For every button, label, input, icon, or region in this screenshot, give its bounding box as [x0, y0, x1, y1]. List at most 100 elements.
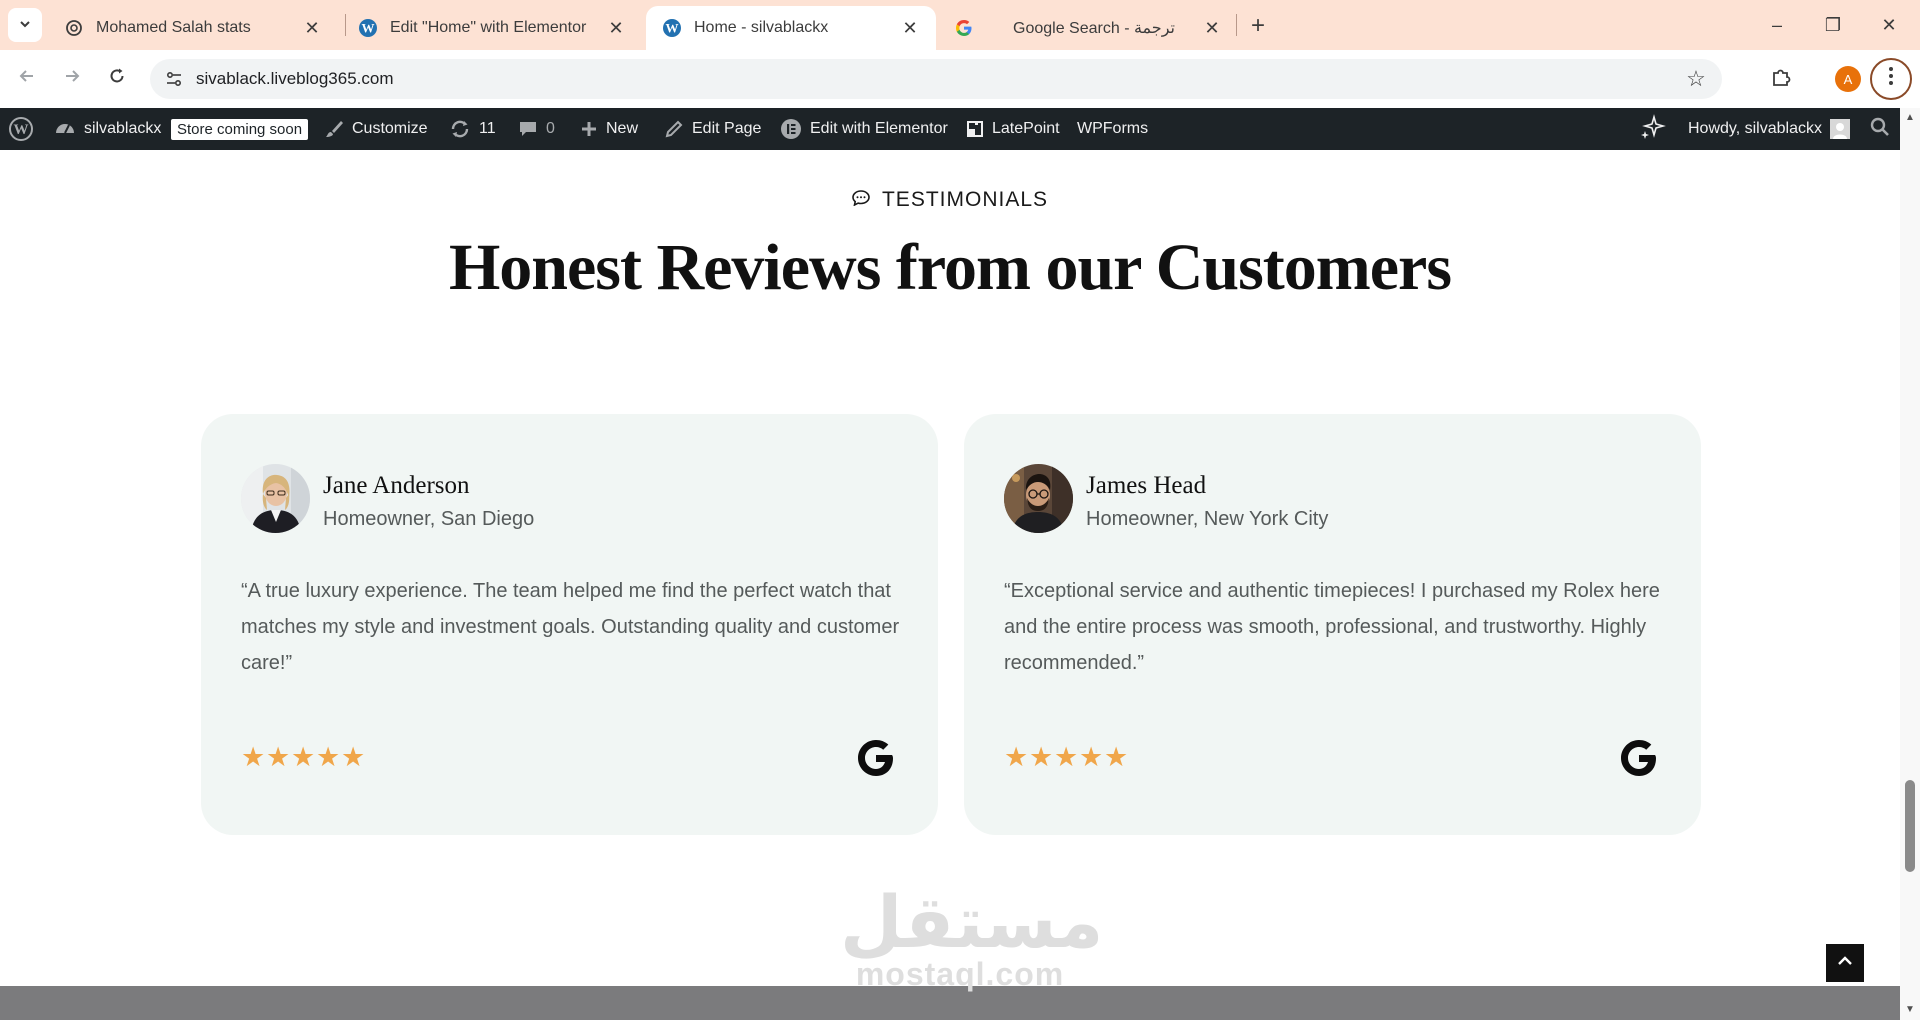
- star-icon: ★: [1004, 742, 1029, 772]
- user-avatar-icon: [1829, 119, 1850, 139]
- star-icon: ★: [1079, 742, 1104, 772]
- search-icon: [1870, 117, 1890, 142]
- reload-button[interactable]: [100, 62, 134, 96]
- back-button[interactable]: [10, 62, 44, 96]
- watermark-arabic: مستقل: [840, 880, 1104, 964]
- ai-assistant-button[interactable]: [1640, 108, 1666, 150]
- edit-page-label: Edit Page: [692, 120, 762, 137]
- wpforms-label: WPForms: [1077, 120, 1149, 137]
- scroll-down-arrow[interactable]: ▼: [1904, 1004, 1916, 1016]
- scroll-to-top-button[interactable]: [1826, 944, 1864, 982]
- wordpress-icon: W: [662, 18, 682, 38]
- tab-title: Edit "Home" with Elementor: [390, 19, 587, 36]
- star-icon: ★: [316, 742, 341, 772]
- wp-admin-bar: W silvablackx Store coming soon Customiz…: [0, 108, 1920, 150]
- review-text: “Exceptional service and authentic timep…: [1004, 580, 1660, 674]
- chatgpt-icon: [64, 18, 84, 38]
- avatar: [241, 464, 310, 533]
- star-icon: ★: [1104, 742, 1129, 772]
- close-icon[interactable]: ✕: [1202, 18, 1222, 38]
- reviewer-role: Homeowner, New York City: [1086, 508, 1329, 530]
- tab-edit-home-elementor[interactable]: W Edit "Home" with Elementor ✕: [342, 6, 642, 50]
- restore-button[interactable]: ❐: [1816, 10, 1850, 40]
- forward-button[interactable]: [55, 62, 89, 96]
- store-coming-soon-badge[interactable]: Store coming soon: [171, 108, 309, 150]
- elementor-icon: [780, 118, 802, 140]
- wpforms-link[interactable]: WPForms: [1077, 108, 1148, 150]
- page-content: TESTIMONIALS Honest Reviews from our Cus…: [0, 150, 1900, 1020]
- testimonial-card: James Head Homeowner, New York City “Exc…: [964, 414, 1701, 835]
- section-eyebrow: TESTIMONIALS: [0, 188, 1900, 212]
- page-scrollbar[interactable]: ▲ ▼: [1900, 108, 1920, 1020]
- wp-logo-menu[interactable]: W: [8, 108, 42, 150]
- bookmark-star-icon[interactable]: ☆: [1682, 65, 1710, 93]
- close-icon[interactable]: ✕: [900, 18, 920, 38]
- new-tab-button[interactable]: +: [1244, 12, 1272, 40]
- section-heading: Honest Reviews from our Customers: [448, 231, 1452, 304]
- customize-label: Customize: [352, 120, 428, 137]
- reviewer-name: Jane Anderson: [323, 472, 470, 499]
- eyebrow-label: TESTIMONIALS: [881, 188, 1049, 211]
- pencil-icon: [664, 119, 684, 139]
- site-name: silvablackx: [84, 120, 162, 137]
- arrow-right-icon: [62, 66, 82, 92]
- avatar: [1004, 464, 1073, 533]
- watermark-latin: mostaql.com: [855, 956, 1065, 992]
- sparkle-icon: [1640, 113, 1666, 145]
- profile-avatar[interactable]: A: [1835, 66, 1861, 92]
- edit-with-elementor-link[interactable]: Edit with Elementor: [780, 108, 948, 150]
- close-icon[interactable]: ✕: [302, 18, 322, 38]
- puzzle-icon: [1770, 66, 1792, 93]
- tab-separator: [1236, 14, 1237, 36]
- scroll-up-arrow[interactable]: ▲: [1904, 112, 1916, 124]
- tab-mohamed-salah-stats[interactable]: Mohamed Salah stats ✕: [48, 6, 338, 50]
- new-content-menu[interactable]: New: [580, 108, 638, 150]
- star-icon: ★: [1054, 742, 1079, 772]
- svg-text:W: W: [362, 21, 375, 36]
- chevron-up-icon: [1835, 951, 1855, 976]
- updates-link[interactable]: 11: [449, 108, 496, 150]
- wordpress-icon: W: [8, 116, 34, 142]
- star-rating: ★ ★ ★ ★ ★: [1004, 742, 1129, 772]
- tab-search-button[interactable]: [8, 8, 42, 42]
- url-text: sivablack.liveblog365.com: [196, 69, 394, 88]
- close-icon[interactable]: ✕: [606, 18, 626, 38]
- watermark: مستقل mostaql.com: [840, 880, 1104, 992]
- edit-page-link[interactable]: Edit Page: [664, 108, 761, 150]
- address-bar[interactable]: sivablack.liveblog365.com ☆: [150, 59, 1722, 99]
- paintbrush-icon: [324, 119, 344, 139]
- tab-home-silvablackx[interactable]: W Home - silvablackx ✕: [646, 6, 936, 50]
- reviewer-name: James Head: [1086, 472, 1207, 499]
- svg-text:W: W: [14, 122, 29, 138]
- svg-text:W: W: [666, 21, 679, 36]
- refresh-icon: [449, 118, 471, 140]
- updates-count: 11: [479, 120, 496, 137]
- latepoint-label: LatePoint: [992, 120, 1060, 137]
- howdy-label: Howdy, silvablackx: [1688, 120, 1822, 137]
- tab-google-search[interactable]: Google Search - ترجمة ✕: [938, 6, 1238, 50]
- customize-link[interactable]: Customize: [324, 108, 428, 150]
- site-info-icon[interactable]: [160, 65, 188, 93]
- reload-icon: [107, 66, 127, 92]
- review-text: “A true luxury experience. The team help…: [241, 580, 900, 674]
- store-badge-label: Store coming soon: [171, 118, 309, 140]
- star-icon: ★: [241, 742, 266, 772]
- star-icon: ★: [1029, 742, 1054, 772]
- site-name-menu[interactable]: silvablackx: [54, 108, 161, 150]
- edit-elementor-label: Edit with Elementor: [810, 120, 948, 137]
- star-icon: ★: [341, 742, 366, 772]
- browser-toolbar: sivablack.liveblog365.com ☆ A: [0, 50, 1920, 108]
- window-close-button[interactable]: ✕: [1872, 10, 1906, 40]
- chevron-down-icon: [18, 17, 32, 34]
- minimize-button[interactable]: –: [1760, 10, 1794, 40]
- admin-search-button[interactable]: [1870, 108, 1890, 150]
- extensions-button[interactable]: [1764, 62, 1798, 96]
- latepoint-link[interactable]: LatePoint: [966, 108, 1060, 150]
- star-icon: ★: [291, 742, 316, 772]
- comments-link[interactable]: 0: [518, 108, 555, 150]
- google-icon: [1617, 736, 1661, 780]
- more-vert-icon: [1888, 66, 1894, 92]
- my-account-menu[interactable]: Howdy, silvablackx: [1688, 108, 1850, 150]
- scrollbar-thumb[interactable]: [1905, 780, 1915, 872]
- browser-menu-button[interactable]: [1870, 58, 1912, 100]
